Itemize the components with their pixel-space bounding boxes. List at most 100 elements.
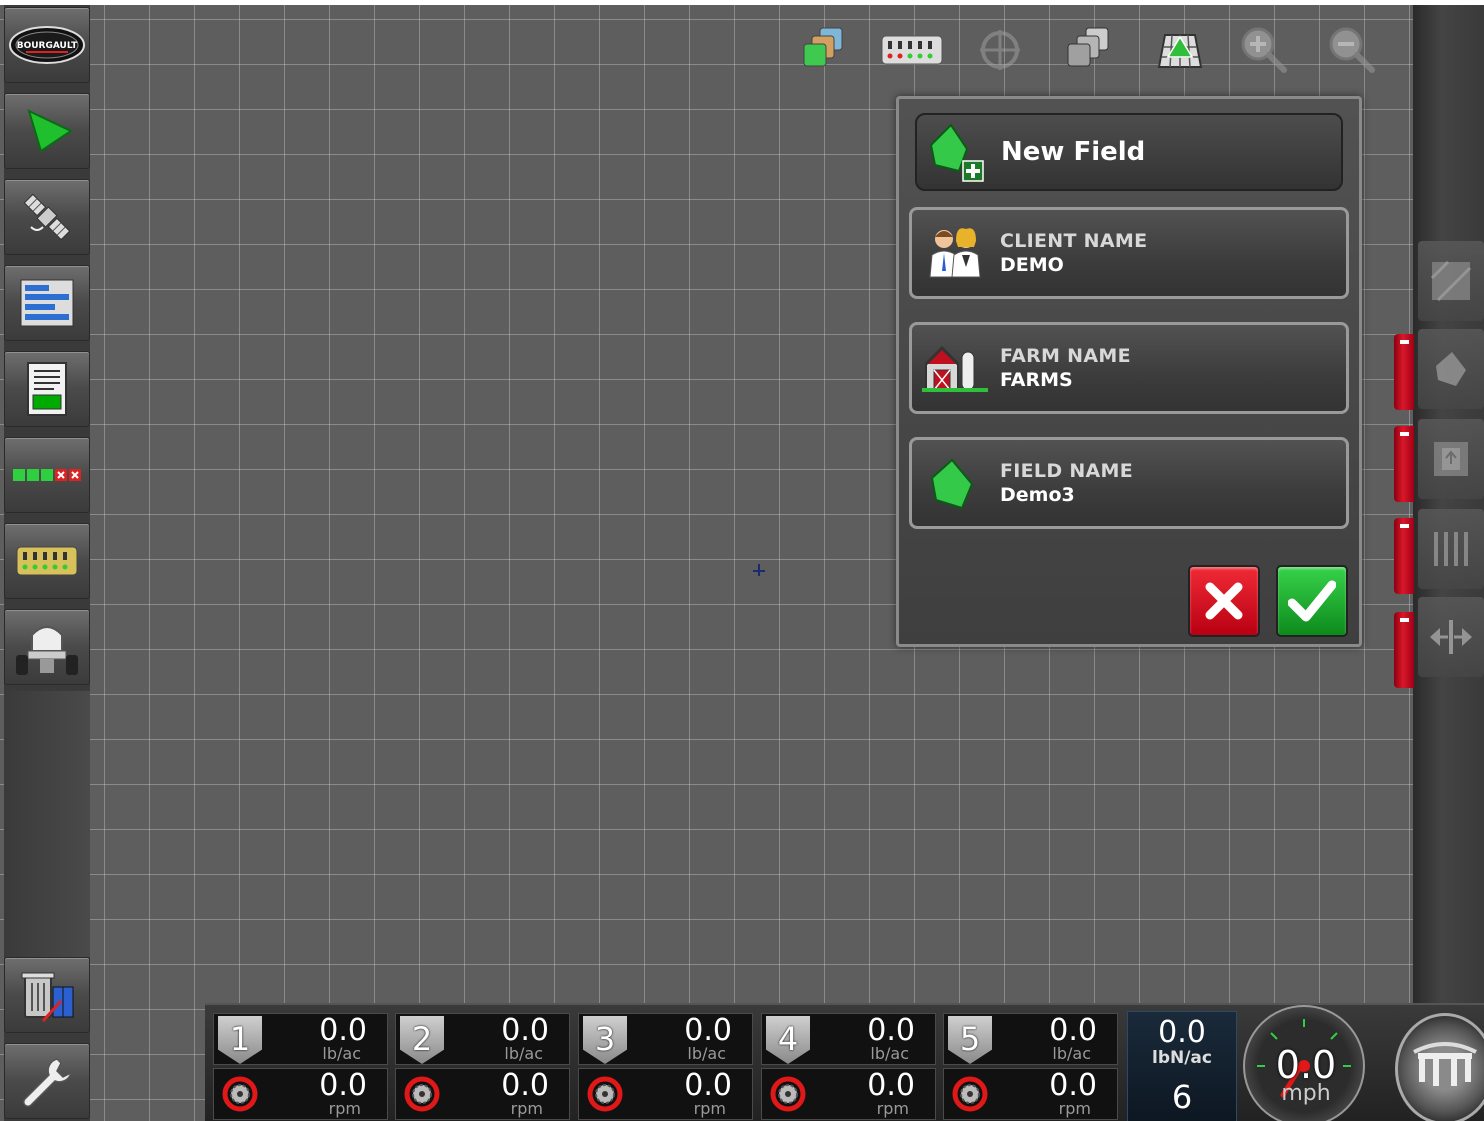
section-rpm-unit: rpm: [510, 1099, 543, 1118]
svg-text:BOURGAULT: BOURGAULT: [17, 41, 78, 51]
section-block[interactable]: 5 0.0 lb/ac 0.0 rpm: [943, 1013, 1118, 1121]
guidance-button[interactable]: [4, 93, 90, 169]
right-sidebar: [1413, 5, 1484, 1005]
section-rate-value: 0.0: [684, 1013, 732, 1048]
guidance-lines-button[interactable]: [1418, 509, 1484, 589]
settings-button[interactable]: [4, 1043, 90, 1119]
report-icon: [27, 362, 67, 416]
section-rate-value: 0.0: [1049, 1013, 1097, 1048]
section-rate-cell: 3 0.0 lb/ac: [578, 1013, 753, 1065]
section-rate-unit: lb/ac: [870, 1044, 909, 1063]
section-rate-value: 0.0: [501, 1013, 549, 1048]
metering-gear-icon: [770, 1076, 806, 1112]
left-sidebar: BOURGAULT: [4, 5, 90, 1121]
stack-icon[interactable]: [1060, 22, 1116, 78]
seeder-rows-icon[interactable]: [880, 22, 944, 78]
guidance-lines-icon: [1434, 532, 1468, 566]
section-number: 1: [218, 1016, 262, 1064]
delete-button[interactable]: [4, 957, 90, 1033]
section-rpm-value: 0.0: [1049, 1068, 1097, 1103]
section-rate-cell: 5 0.0 lb/ac: [943, 1013, 1118, 1065]
section-rate-cell: 4 0.0 lb/ac: [761, 1013, 936, 1065]
metering-gear-icon: [952, 1076, 988, 1112]
section-rpm-cell: 0.0 rpm: [761, 1068, 936, 1120]
implement-view-button[interactable]: [1395, 1013, 1484, 1121]
section-rate-unit: lb/ac: [687, 1044, 726, 1063]
list-bars-icon: [20, 279, 74, 327]
gps-target-icon[interactable]: [972, 22, 1028, 78]
field-boundary-button[interactable]: [1418, 329, 1484, 409]
guidance-arrow-icon: [27, 109, 74, 153]
client-name-label: CLIENT NAME: [1000, 230, 1148, 252]
section-rpm-unit: rpm: [693, 1099, 726, 1118]
checkmark-icon: [1288, 580, 1336, 622]
farm-name-row[interactable]: FARM NAME FARMS: [909, 322, 1349, 414]
field-name-row[interactable]: FIELD NAME Demo3: [909, 437, 1349, 529]
section-block[interactable]: 2 0.0 lb/ac 0.0 rpm: [395, 1013, 570, 1121]
field-name-value: Demo3: [1000, 484, 1075, 506]
section-rpm-cell: 0.0 rpm: [395, 1068, 570, 1120]
dialog-title: New Field: [1001, 137, 1146, 167]
section-number: 2: [400, 1016, 444, 1064]
section-block[interactable]: 3 0.0 lb/ac 0.0 rpm: [578, 1013, 753, 1121]
metering-gear-icon: [587, 1076, 623, 1112]
client-name-value: DEMO: [1000, 254, 1064, 276]
speed-unit: mph: [1281, 1081, 1331, 1106]
implement-icon: [1413, 1042, 1477, 1086]
farm-name-label: FARM NAME: [1000, 345, 1131, 367]
shift-line-button[interactable]: [1418, 597, 1484, 677]
speedometer: 0.0 mph: [1243, 1005, 1365, 1121]
new-field-icon: [929, 123, 984, 182]
speed-value: 0.0: [1275, 1043, 1337, 1087]
report-button[interactable]: [4, 351, 90, 427]
section-number: 4: [766, 1016, 810, 1064]
headland-button[interactable]: [1418, 419, 1484, 499]
map-view-button[interactable]: [1418, 241, 1484, 321]
zoom-out-icon[interactable]: [1324, 22, 1380, 78]
section-block[interactable]: 1 0.0 lb/ac 0.0 rpm: [213, 1013, 388, 1121]
layers-icon[interactable]: [796, 22, 852, 78]
section-rate-value: 0.0: [319, 1013, 367, 1048]
nitrogen-rate-value: 0.0: [1158, 1015, 1206, 1050]
map-tile-icon: [1430, 260, 1472, 302]
field-view-icon[interactable]: [1152, 22, 1208, 78]
client-name-row[interactable]: CLIENT NAME DEMO: [909, 207, 1349, 299]
air-cart-button[interactable]: [4, 609, 90, 685]
seeder-button[interactable]: [4, 523, 90, 599]
zoom-in-icon[interactable]: [1236, 22, 1292, 78]
section-tab-2[interactable]: [1394, 426, 1414, 502]
nitrogen-count: 6: [1171, 1078, 1193, 1116]
section-rate-cell: 2 0.0 lb/ac: [395, 1013, 570, 1065]
section-tab-3[interactable]: [1394, 518, 1414, 594]
air-cart-icon: [16, 626, 78, 675]
metering-gear-icon: [222, 1076, 258, 1112]
section-rpm-value: 0.0: [867, 1068, 915, 1103]
field-shape-icon: [1436, 352, 1466, 386]
section-rpm-unit: rpm: [876, 1099, 909, 1118]
section-rate-unit: lb/ac: [504, 1044, 543, 1063]
gps-satellite-button[interactable]: [4, 179, 90, 255]
section-rate-unit: lb/ac: [322, 1044, 361, 1063]
sections-button[interactable]: [4, 437, 90, 513]
status-bar: 1 0.0 lb/ac 0.0 rpm 2 0.0 lb/ac 0.0 rpm …: [205, 1003, 1484, 1121]
nitrogen-rate-unit: lbN/ac: [1152, 1048, 1212, 1068]
section-block[interactable]: 4 0.0 lb/ac 0.0 rpm: [761, 1013, 936, 1121]
client-people-icon: [920, 218, 990, 288]
section-rpm-cell: 0.0 rpm: [213, 1068, 388, 1120]
cancel-button[interactable]: [1188, 565, 1260, 637]
farm-name-value: FARMS: [1000, 369, 1073, 391]
section-rpm-unit: rpm: [1058, 1099, 1091, 1118]
section-status-icon: [13, 469, 81, 481]
layers-list-button[interactable]: [4, 265, 90, 341]
section-tab-4[interactable]: [1394, 612, 1414, 688]
section-rate-value: 0.0: [867, 1013, 915, 1048]
dialog-header: New Field: [915, 113, 1343, 191]
bourgault-logo-button[interactable]: BOURGAULT: [4, 7, 90, 83]
confirm-button[interactable]: [1276, 565, 1348, 637]
field-shape-icon: [920, 448, 990, 518]
nitrogen-rate-display[interactable]: 0.0 lbN/ac 6: [1127, 1011, 1237, 1121]
section-number: 3: [583, 1016, 627, 1064]
section-tab-1[interactable]: [1394, 334, 1414, 410]
section-rate-unit: lb/ac: [1052, 1044, 1091, 1063]
section-rpm-cell: 0.0 rpm: [943, 1068, 1118, 1120]
